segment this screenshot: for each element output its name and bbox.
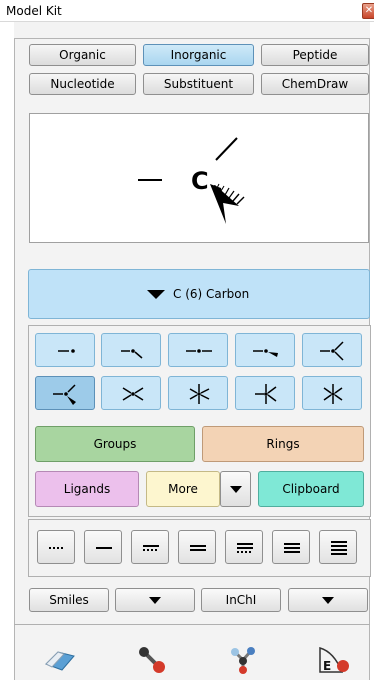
element-table-icon[interactable]: E bbox=[318, 644, 350, 674]
octahedral-icon[interactable] bbox=[302, 376, 362, 410]
chevron-down-icon bbox=[230, 486, 242, 493]
triple-bond-icon[interactable] bbox=[272, 530, 310, 564]
eraser-icon[interactable] bbox=[44, 644, 76, 674]
dropdown-arrow-icon bbox=[147, 290, 165, 299]
tab-peptide[interactable]: Peptide bbox=[261, 44, 369, 66]
trigonal-icon[interactable] bbox=[302, 333, 362, 367]
tab-chemdraw[interactable]: ChemDraw bbox=[261, 73, 369, 95]
clipboard-button[interactable]: Clipboard bbox=[258, 471, 364, 507]
smiles-dropdown-button[interactable] bbox=[115, 588, 195, 612]
monovalent-icon[interactable] bbox=[35, 333, 95, 367]
title-bar: Model Kit ✕ bbox=[0, 0, 374, 22]
seesaw-icon[interactable] bbox=[101, 376, 161, 410]
partial-bond-icon[interactable] bbox=[37, 530, 75, 564]
atom-symbol: C bbox=[191, 167, 209, 195]
trigonal-planar-icon[interactable] bbox=[235, 333, 295, 367]
toolbar-divider bbox=[14, 624, 370, 625]
tab-nucleotide[interactable]: Nucleotide bbox=[29, 73, 136, 95]
ligands-button[interactable]: Ligands bbox=[35, 471, 139, 507]
window-title: Model Kit bbox=[6, 4, 62, 18]
inchi-dropdown-button[interactable] bbox=[288, 588, 368, 612]
square-pyramidal-icon[interactable] bbox=[235, 376, 295, 410]
tab-substituent[interactable]: Substituent bbox=[143, 73, 254, 95]
tab-organic[interactable]: Organic bbox=[29, 44, 136, 66]
groups-button[interactable]: Groups bbox=[35, 426, 195, 462]
element-label: C (6) Carbon bbox=[173, 287, 250, 301]
carbon-fragment-icon: C bbox=[138, 137, 245, 224]
linear-icon[interactable] bbox=[168, 333, 228, 367]
tab-inorganic[interactable]: Inorganic bbox=[143, 44, 254, 66]
two-and-half-bond-icon[interactable] bbox=[225, 530, 263, 564]
trigonal-bipyramidal-icon[interactable] bbox=[168, 376, 228, 410]
fragment-preview[interactable]: C bbox=[29, 113, 369, 243]
quadruple-bond-icon[interactable] bbox=[319, 530, 357, 564]
double-bond-icon[interactable] bbox=[178, 530, 216, 564]
svg-text:E: E bbox=[323, 659, 331, 673]
more-dropdown-button[interactable] bbox=[220, 471, 251, 507]
single-bond-icon[interactable] bbox=[84, 530, 122, 564]
molecule-tool-icon[interactable] bbox=[226, 644, 258, 674]
inchi-button[interactable]: InChI bbox=[201, 588, 281, 612]
tetrahedral-icon[interactable] bbox=[35, 376, 95, 410]
chevron-down-icon bbox=[149, 597, 161, 604]
rings-button[interactable]: Rings bbox=[202, 426, 364, 462]
element-selector-button[interactable]: C (6) Carbon bbox=[28, 269, 370, 319]
bond-tool-icon[interactable] bbox=[136, 644, 168, 674]
more-button[interactable]: More bbox=[146, 471, 220, 507]
bent-icon[interactable] bbox=[101, 333, 161, 367]
close-icon[interactable]: ✕ bbox=[362, 3, 374, 19]
chevron-down-icon bbox=[322, 597, 334, 604]
smiles-button[interactable]: Smiles bbox=[29, 588, 109, 612]
one-and-half-bond-icon[interactable] bbox=[131, 530, 169, 564]
